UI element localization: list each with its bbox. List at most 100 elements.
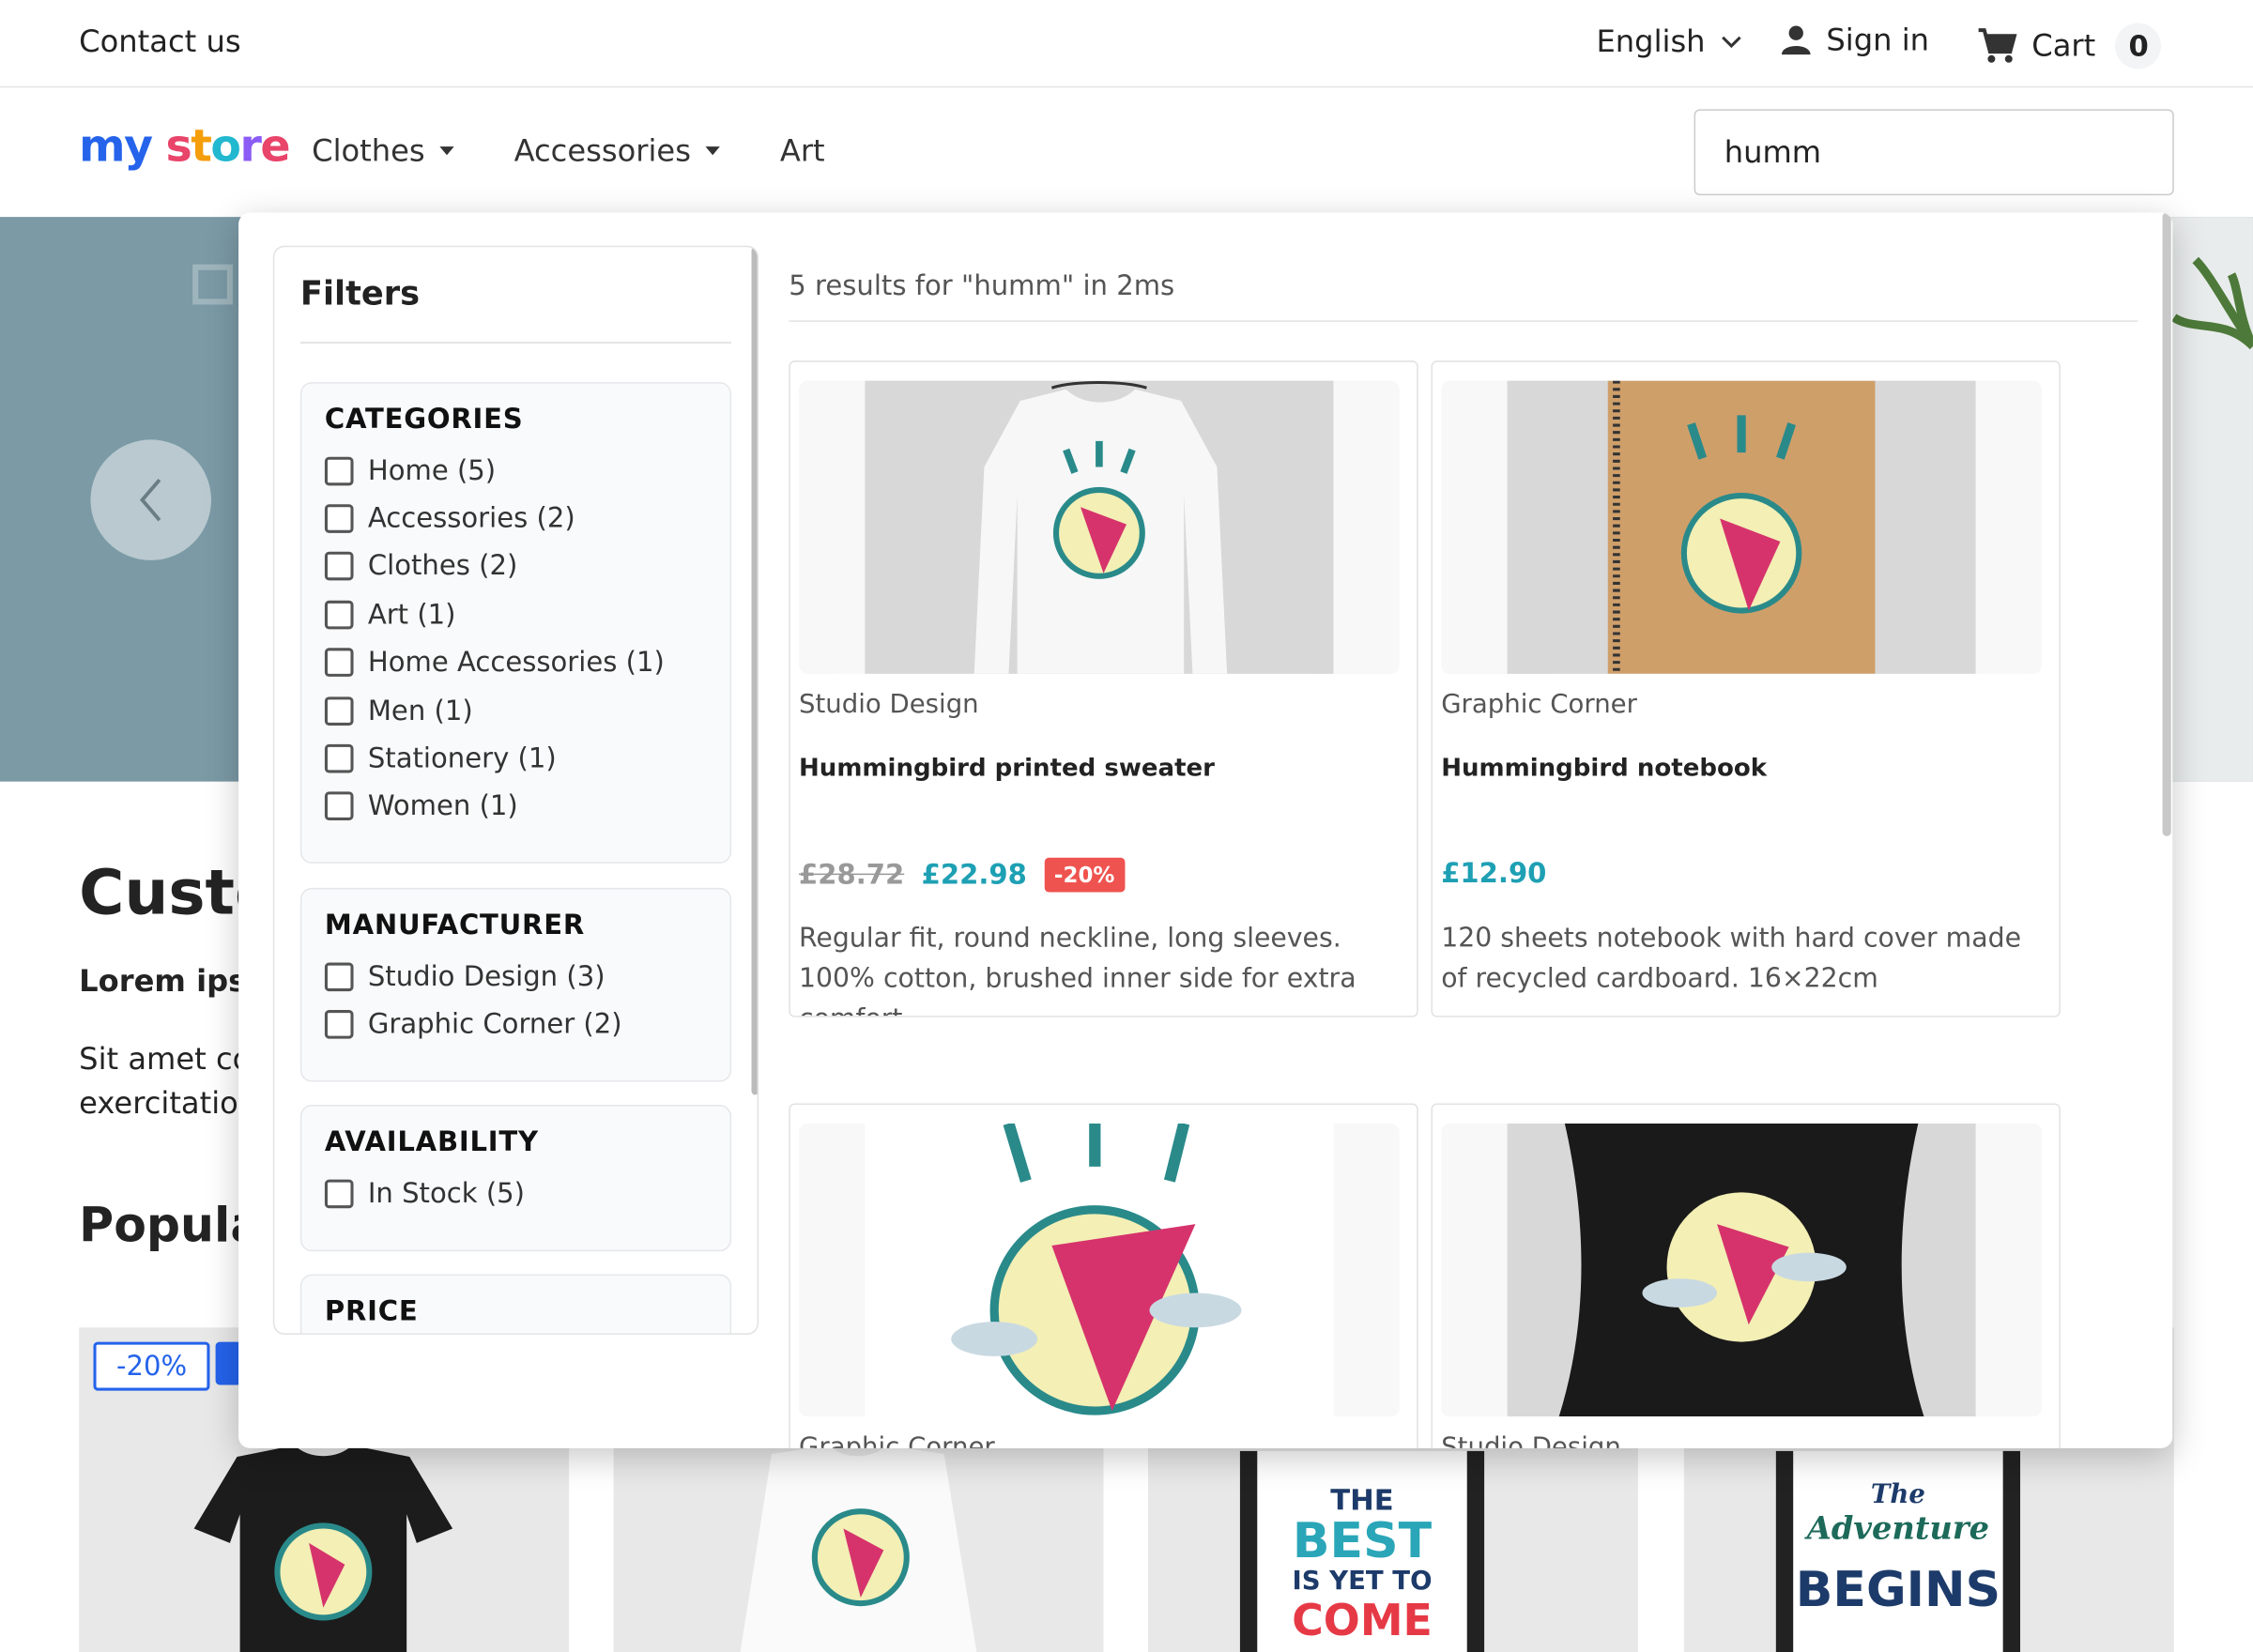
search-input[interactable] bbox=[1694, 109, 2174, 196]
cart-icon bbox=[1978, 28, 2017, 63]
new-badge bbox=[215, 1341, 242, 1385]
result-name[interactable]: Hummingbird notebook bbox=[1441, 755, 1767, 784]
filter-group-manufacturer: MANUFACTURER Studio Design (3) Graphic C… bbox=[299, 887, 732, 1082]
nav-accessories-label: Accessories bbox=[513, 133, 691, 169]
filter-option[interactable]: Clothes (2) bbox=[324, 543, 707, 590]
filter-group-availability: AVAILABILITY In Stock (5) bbox=[299, 1105, 732, 1252]
sign-in-link[interactable]: Sign in bbox=[1779, 23, 1929, 57]
intro-line-2: exercitatior bbox=[79, 1086, 252, 1121]
checkbox[interactable] bbox=[324, 504, 354, 533]
chevron-down-icon bbox=[1721, 36, 1741, 49]
filter-option-label: Studio Design (3) bbox=[367, 960, 605, 993]
filter-option[interactable]: Men (1) bbox=[324, 687, 707, 735]
divider bbox=[789, 320, 2138, 322]
filters-title: Filters bbox=[299, 275, 421, 314]
discount-badge: -20% bbox=[93, 1341, 210, 1391]
filter-option-label: In Stock (5) bbox=[367, 1177, 526, 1210]
result-image bbox=[799, 1123, 1400, 1417]
result-card[interactable]: Graphic Corner Hummingbird notebook £12.… bbox=[1431, 360, 2061, 1017]
filter-option[interactable]: Accessories (2) bbox=[324, 495, 707, 543]
filter-option-label: Accessories (2) bbox=[367, 502, 575, 535]
sign-in-label: Sign in bbox=[1826, 23, 1930, 58]
result-prices: £28.72 £22.98 -20% bbox=[799, 857, 1126, 893]
chevron-left-icon bbox=[140, 478, 161, 522]
filter-group-categories: CATEGORIES Home (5) Accessories (2) Clot… bbox=[299, 382, 732, 864]
results-summary: 5 results for "humm" in 2ms bbox=[789, 269, 1175, 302]
checkbox[interactable] bbox=[324, 456, 354, 485]
checkbox[interactable] bbox=[324, 1179, 354, 1208]
filter-option[interactable]: Graphic Corner (2) bbox=[324, 1001, 707, 1048]
intro-line-1: Sit amet co bbox=[79, 1041, 252, 1077]
language-selector[interactable]: English bbox=[1596, 24, 1742, 59]
decorative-frame bbox=[192, 264, 233, 305]
checkbox[interactable] bbox=[324, 962, 354, 991]
current-price: £22.98 bbox=[921, 859, 1027, 891]
nav-clothes-label: Clothes bbox=[312, 133, 425, 169]
result-image bbox=[1441, 1123, 2042, 1417]
cart-count-badge: 0 bbox=[2115, 23, 2162, 69]
checkbox[interactable] bbox=[324, 600, 354, 630]
checkbox[interactable] bbox=[324, 792, 354, 821]
poster-line: BEST bbox=[1292, 1512, 1433, 1570]
checkbox[interactable] bbox=[324, 696, 354, 726]
cushion-image bbox=[1507, 1123, 1976, 1417]
poster-line: COME bbox=[1292, 1596, 1433, 1647]
filter-option[interactable]: Women (1) bbox=[324, 783, 707, 831]
poster-image bbox=[865, 1123, 1334, 1417]
notebook-image bbox=[1507, 380, 1976, 674]
result-card[interactable]: Studio Design bbox=[1431, 1103, 2061, 1448]
filter-option[interactable]: Home (5) bbox=[324, 447, 707, 495]
old-price: £28.72 bbox=[799, 859, 905, 891]
store-logo[interactable]: my store bbox=[79, 121, 290, 173]
result-brand: Studio Design bbox=[799, 689, 979, 720]
filter-group-title: PRICE bbox=[324, 1295, 419, 1328]
filter-option-label: Home (5) bbox=[367, 454, 497, 487]
filter-option[interactable]: In Stock (5) bbox=[324, 1170, 707, 1217]
nav-clothes[interactable]: Clothes bbox=[312, 133, 454, 169]
filters-scrollbar[interactable] bbox=[751, 247, 758, 1095]
result-image bbox=[1441, 380, 2042, 674]
main-header: my store Clothes Accessories Art bbox=[0, 88, 2253, 218]
poster-best: THE BEST IS YET TO COME bbox=[1239, 1450, 1485, 1652]
checkbox[interactable] bbox=[324, 552, 354, 582]
caret-down-icon bbox=[438, 146, 454, 156]
result-card[interactable]: Studio Design Hummingbird printed sweate… bbox=[789, 360, 1418, 1017]
filter-option[interactable]: Home Accessories (1) bbox=[324, 638, 707, 686]
discount-badge: -20% bbox=[1044, 857, 1126, 893]
result-prices: £12.90 bbox=[1441, 858, 1546, 890]
result-name[interactable]: Hummingbird printed sweater bbox=[799, 755, 1215, 784]
checkbox[interactable] bbox=[324, 648, 354, 678]
sweater-image bbox=[865, 380, 1334, 674]
filter-group-title: CATEGORIES bbox=[324, 404, 524, 436]
intro-paragraph: Sit amet co exercitatior bbox=[79, 1037, 251, 1126]
result-description: 120 sheets notebook with hard cover made… bbox=[1441, 924, 2022, 995]
notebook-image bbox=[1507, 380, 1976, 674]
poster-adventure: The Adventure BEGINS bbox=[1775, 1450, 2021, 1652]
poster-line: Adventure bbox=[1806, 1509, 1990, 1548]
main-nav: Clothes Accessories Art bbox=[312, 133, 825, 168]
filter-option[interactable]: Art (1) bbox=[324, 590, 707, 638]
result-brand: Graphic Corner bbox=[799, 1432, 995, 1448]
contact-link[interactable]: Contact us bbox=[79, 24, 240, 59]
plant-icon bbox=[2171, 256, 2253, 350]
filter-group-price: PRICE bbox=[299, 1274, 732, 1334]
result-image bbox=[799, 380, 1400, 674]
result-card[interactable]: Graphic Corner bbox=[789, 1103, 1418, 1448]
nav-accessories[interactable]: Accessories bbox=[514, 133, 720, 168]
filter-option-label: Stationery (1) bbox=[367, 742, 557, 775]
nav-art-label: Art bbox=[779, 133, 825, 169]
cart-link[interactable]: Cart 0 bbox=[1977, 23, 2162, 69]
filter-option[interactable]: Stationery (1) bbox=[324, 735, 707, 783]
nav-art[interactable]: Art bbox=[780, 133, 825, 168]
top-bar: Contact us English Sign in Cart 0 bbox=[0, 0, 2253, 88]
results-scrollbar[interactable] bbox=[2162, 212, 2171, 836]
hero-plant-image bbox=[2167, 217, 2253, 782]
result-brand: Studio Design bbox=[1441, 1432, 1621, 1448]
caret-down-icon bbox=[705, 146, 720, 156]
carousel-prev-button[interactable] bbox=[90, 439, 211, 560]
filter-option[interactable]: Studio Design (3) bbox=[324, 953, 707, 1001]
cushion-image bbox=[1507, 1123, 1976, 1417]
poster-line: BEGINS bbox=[1795, 1561, 2001, 1619]
checkbox[interactable] bbox=[324, 743, 354, 773]
checkbox[interactable] bbox=[324, 1010, 354, 1039]
